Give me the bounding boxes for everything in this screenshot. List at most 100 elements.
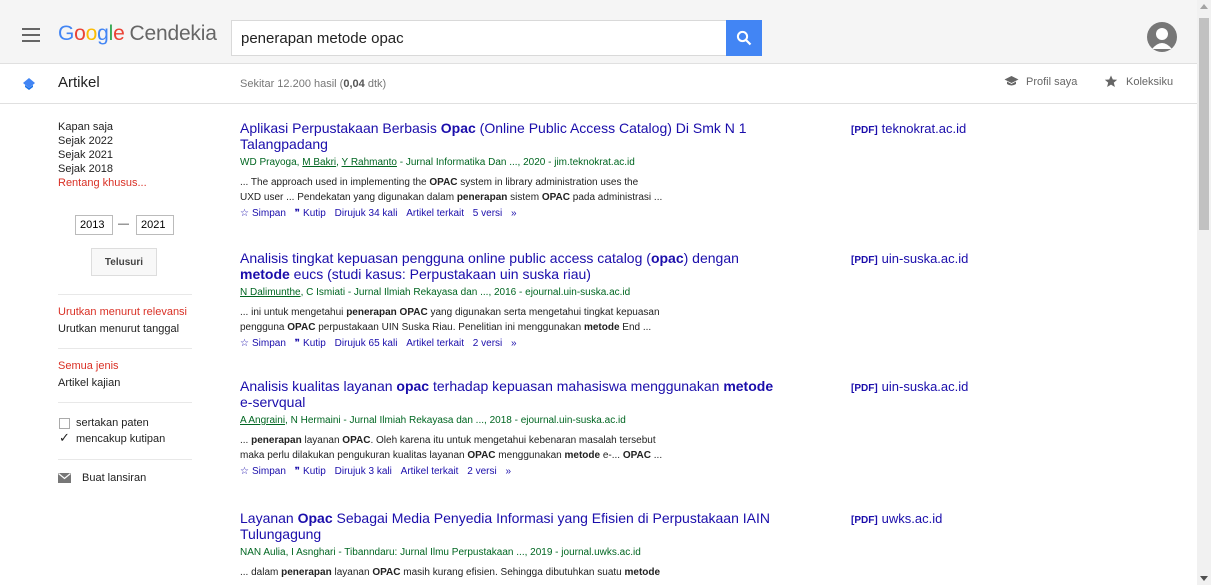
more-options-icon[interactable]: » [505, 465, 511, 479]
include-patents-checkbox[interactable]: sertakan paten [58, 415, 198, 431]
google-scholar-logo[interactable]: Google Cendekia [58, 22, 217, 46]
related-articles-link[interactable]: Artikel terkait [406, 207, 464, 221]
star-outline-icon: ☆ [240, 466, 249, 477]
save-button[interactable]: ☆ Simpan [240, 465, 286, 479]
checkbox-unchecked [59, 418, 70, 429]
cite-button[interactable]: ❞ Kutip [295, 207, 326, 221]
year-range-dash: — [118, 218, 129, 230]
articles-icon [23, 78, 35, 90]
search-button[interactable] [726, 20, 762, 56]
scroll-up-arrow[interactable] [1200, 4, 1208, 9]
pdf-tag: [PDF] [851, 125, 878, 136]
quote-icon: ❞ [294, 208, 301, 219]
result-title[interactable]: Layanan Opac Sebagai Media Penyedia Info… [240, 510, 780, 542]
create-alert-link[interactable]: Buat lansiran [58, 472, 198, 484]
pdf-domain: uin-suska.ac.id [881, 251, 969, 266]
snippet-line: ... The approach used in implementing th… [240, 177, 639, 188]
pdf-domain: teknokrat.ac.id [881, 121, 967, 136]
my-profile-link[interactable]: Profil saya [1004, 76, 1078, 88]
my-profile-label: Profil saya [1026, 76, 1078, 88]
filter-custom-range[interactable]: Rentang khusus... [58, 176, 198, 190]
pdf-link[interactable]: [PDF] uin-suska.ac.id [851, 251, 968, 266]
scroll-thumb[interactable] [1199, 18, 1209, 230]
range-search-button[interactable]: Telusuri [91, 248, 157, 276]
include-citations-checkbox[interactable]: ✓ mencakup kutipan [58, 431, 198, 447]
search-input[interactable] [231, 20, 726, 56]
result-actions: ☆ Simpan ❞ Kutip Dirujuk 34 kali Artikel t… [240, 207, 1200, 221]
result-item: Layanan Opac Sebagai Media Penyedia Info… [240, 510, 1200, 580]
pdf-tag: [PDF] [851, 515, 878, 526]
pdf-link[interactable]: [PDF] uin-suska.ac.id [851, 379, 968, 394]
my-library-link[interactable]: Koleksiku [1104, 75, 1174, 88]
scroll-down-arrow[interactable] [1200, 576, 1208, 581]
year-from-input[interactable] [75, 215, 113, 235]
cited-by-link[interactable]: Dirujuk 3 kali [335, 465, 392, 479]
result-actions: ☆ Simpan ❞ Kutip Dirujuk 3 kali Artikel te… [240, 465, 1200, 479]
checkmark-icon: ✓ [59, 430, 70, 445]
result-item: Analisis kualitas layanan opac terhadap … [240, 378, 1200, 479]
section-title: Artikel [58, 74, 100, 91]
snippet-line: pengguna OPAC perpustakaan UIN Suska Ria… [240, 322, 652, 333]
filter-any-time[interactable]: Kapan saja [58, 120, 198, 134]
sort-by-relevance[interactable]: Urutkan menurut relevansi [58, 305, 198, 319]
filter-since-2018[interactable]: Sejak 2018 [58, 162, 198, 176]
result-snippet: ... dalam penerapan layanan OPAC masih k… [240, 565, 740, 580]
cite-button[interactable]: ❞ Kutip [295, 337, 326, 351]
snippet-line: ... ini untuk mengetahui penerapan OPAC … [240, 307, 660, 318]
cited-by-link[interactable]: Dirujuk 65 kali [335, 337, 398, 351]
filter-since-2022[interactable]: Sejak 2022 [58, 134, 198, 148]
graduation-cap-icon [1004, 76, 1019, 86]
cited-by-link[interactable]: Dirujuk 34 kali [335, 207, 398, 221]
my-library-label: Koleksiku [1126, 76, 1174, 88]
logo-product: Cendekia [129, 22, 217, 45]
cite-button[interactable]: ❞ Kutip [295, 465, 326, 479]
result-snippet: ... ini untuk mengetahui penerapan OPAC … [240, 305, 740, 335]
related-articles-link[interactable]: Artikel terkait [401, 465, 459, 479]
filter-since-2021[interactable]: Sejak 2021 [58, 148, 198, 162]
sub-bar: Artikel Sekitar 12.200 hasil (0,04 dtk) … [0, 64, 1197, 104]
result-authors-source: NAN Aulia, I Asnghari - Tibanndaru: Jurn… [240, 547, 641, 558]
star-outline-icon: ☆ [240, 338, 249, 349]
pdf-domain: uin-suska.ac.id [881, 379, 969, 394]
more-options-icon[interactable]: » [511, 207, 517, 221]
menu-icon[interactable] [22, 28, 40, 42]
snippet-line: ... dalam penerapan layanan OPAC masih k… [240, 567, 661, 578]
pdf-link[interactable]: [PDF] uwks.ac.id [851, 511, 942, 526]
star-outline-icon: ☆ [240, 208, 249, 219]
type-any[interactable]: Semua jenis [58, 359, 198, 373]
pdf-domain: uwks.ac.id [881, 511, 943, 526]
result-item: Aplikasi Perpustakaan Berbasis Opac (Onl… [240, 120, 1200, 221]
include-patents-label: sertakan paten [76, 417, 149, 429]
divider [58, 348, 192, 349]
related-articles-link[interactable]: Artikel terkait [406, 337, 464, 351]
type-review-articles[interactable]: Artikel kajian [58, 376, 198, 390]
person-icon [1152, 28, 1172, 49]
account-avatar[interactable] [1147, 22, 1177, 52]
result-title[interactable]: Analisis tingkat kepuasan pengguna onlin… [240, 250, 780, 282]
filter-sidebar: Kapan saja Sejak 2022 Sejak 2021 Sejak 2… [58, 120, 198, 484]
result-actions: ☆ Simpan ❞ Kutip Dirujuk 65 kali Artikel t… [240, 337, 1200, 351]
versions-link[interactable]: 2 versi [473, 337, 502, 351]
snippet-line: maka perlu dilakukan pengukuran kualitas… [240, 450, 663, 461]
sort-by-date[interactable]: Urutkan menurut tanggal [58, 322, 198, 336]
result-snippet: ... penerapan layanan OPAC. Oleh karena … [240, 433, 740, 463]
more-options-icon[interactable]: » [511, 337, 517, 351]
create-alert-label: Buat lansiran [82, 472, 147, 484]
quote-icon: ❞ [294, 338, 301, 349]
pdf-link[interactable]: [PDF] teknokrat.ac.id [851, 121, 966, 136]
versions-link[interactable]: 2 versi [467, 465, 496, 479]
result-authors-source: N Dalimunthe, C Ismiati - Jurnal Ilmiah … [240, 287, 631, 298]
result-authors-source: A Angraini, N Hermaini - Jurnal Ilmiah R… [240, 415, 626, 426]
search-icon [736, 30, 752, 46]
result-title[interactable]: Analisis kualitas layanan opac terhadap … [240, 378, 780, 410]
quote-icon: ❞ [294, 466, 301, 477]
star-icon [1104, 75, 1118, 87]
divider [58, 459, 192, 460]
versions-link[interactable]: 5 versi [473, 207, 502, 221]
year-to-input[interactable] [136, 215, 174, 235]
save-button[interactable]: ☆ Simpan [240, 207, 286, 221]
search-box [231, 20, 762, 56]
result-title[interactable]: Aplikasi Perpustakaan Berbasis Opac (Onl… [240, 120, 780, 152]
divider [58, 402, 192, 403]
save-button[interactable]: ☆ Simpan [240, 337, 286, 351]
